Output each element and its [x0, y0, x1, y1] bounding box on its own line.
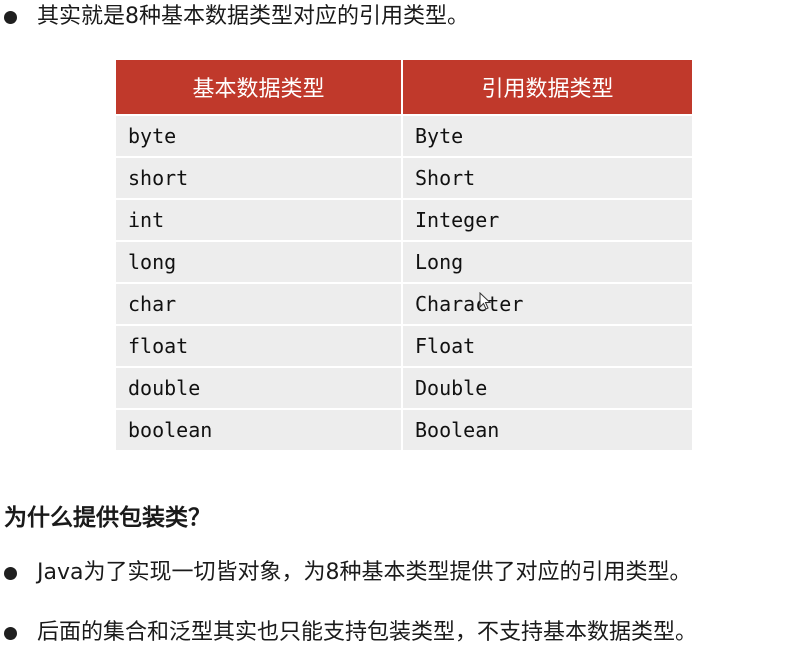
reference-type-cell: Byte — [403, 114, 692, 156]
table-row: boolean Boolean — [116, 408, 692, 450]
header-primitive-types: 基本数据类型 — [116, 60, 403, 114]
mouse-pointer-icon — [479, 292, 491, 310]
type-mapping-table: 基本数据类型 引用数据类型 byte Byte short Short int … — [116, 60, 692, 450]
reference-type-cell: Character — [403, 282, 692, 324]
primitive-type-cell: long — [116, 240, 403, 282]
table-row: float Float — [116, 324, 692, 366]
primitive-type-cell: boolean — [116, 408, 403, 450]
table-row: short Short — [116, 156, 692, 198]
reason-bullet-1: Java为了实现一切皆对象，为8种基本类型提供了对应的引用类型。 — [4, 558, 691, 588]
bullet-dot-icon — [4, 626, 17, 640]
reason-bullet-2: 后面的集合和泛型其实也只能支持包装类型，不支持基本数据类型。 — [4, 618, 697, 648]
bullet-dot-icon — [4, 10, 17, 24]
reference-type-cell: Float — [403, 324, 692, 366]
table-header-row: 基本数据类型 引用数据类型 — [116, 60, 692, 114]
reason-text-2: 后面的集合和泛型其实也只能支持包装类型，不支持基本数据类型。 — [37, 620, 698, 645]
intro-bullet: 其实就是8种基本数据类型对应的引用类型。 — [4, 2, 469, 32]
reference-type-cell: Double — [403, 366, 692, 408]
table-row: char Character — [116, 282, 692, 324]
reference-type-cell: Boolean — [403, 408, 692, 450]
intro-text: 其实就是8种基本数据类型对应的引用类型。 — [37, 4, 469, 29]
reference-type-cell: Short — [403, 156, 692, 198]
primitive-type-cell: double — [116, 366, 403, 408]
bullet-dot-icon — [4, 566, 17, 580]
header-reference-types: 引用数据类型 — [403, 60, 692, 114]
reference-type-cell: Integer — [403, 198, 692, 240]
reference-type-cell: Long — [403, 240, 692, 282]
primitive-type-cell: byte — [116, 114, 403, 156]
table-row: int Integer — [116, 198, 692, 240]
table-row: double Double — [116, 366, 692, 408]
section-heading: 为什么提供包装类？ — [4, 505, 211, 531]
primitive-type-cell: short — [116, 156, 403, 198]
primitive-type-cell: float — [116, 324, 403, 366]
primitive-type-cell: int — [116, 198, 403, 240]
table-row: long Long — [116, 240, 692, 282]
table-row: byte Byte — [116, 114, 692, 156]
primitive-type-cell: char — [116, 282, 403, 324]
reason-text-1: Java为了实现一切皆对象，为8种基本类型提供了对应的引用类型。 — [37, 560, 692, 585]
